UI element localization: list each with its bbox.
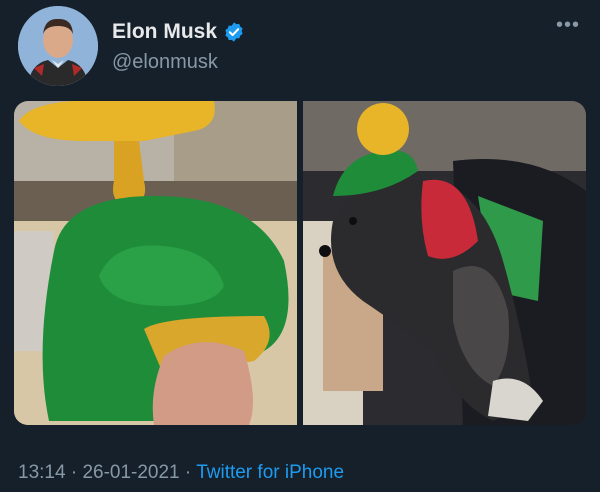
verified-badge-icon bbox=[223, 21, 245, 43]
photo-dog-wearing-hat[interactable] bbox=[303, 101, 586, 425]
tweet-date[interactable]: 26-01-2021 bbox=[82, 462, 179, 483]
tweet-meta: 13:14 · 26-01-2021 · Twitter for iPhone bbox=[18, 462, 344, 484]
tweet-media bbox=[14, 101, 586, 425]
profile-photo bbox=[18, 6, 98, 86]
photo-green-crochet-hat[interactable] bbox=[14, 101, 297, 425]
hat-photo-illustration bbox=[14, 101, 297, 425]
avatar[interactable] bbox=[18, 6, 98, 86]
author-display-name[interactable]: Elon Musk bbox=[112, 20, 217, 44]
author-handle[interactable]: @elonmusk bbox=[112, 51, 218, 74]
dog-photo-illustration bbox=[303, 101, 586, 425]
more-options-icon[interactable]: ••• bbox=[556, 15, 580, 35]
meta-separator: · bbox=[70, 462, 78, 483]
tweet-time[interactable]: 13:14 bbox=[18, 462, 66, 483]
tweet-source-link[interactable]: Twitter for iPhone bbox=[196, 462, 344, 483]
meta-separator-2: · bbox=[184, 462, 192, 483]
